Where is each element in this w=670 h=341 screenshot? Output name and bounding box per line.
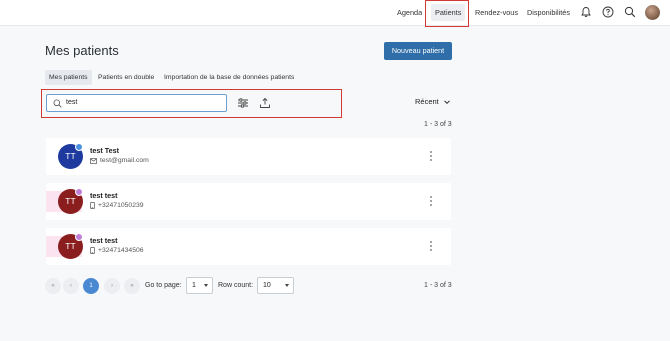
row-count-select[interactable]: 10 xyxy=(257,277,294,294)
search-input[interactable]: test xyxy=(46,94,227,112)
patient-contact: test@gmail.com xyxy=(90,157,149,164)
first-page-button[interactable]: « xyxy=(45,278,61,294)
result-count: 1 - 3 of 3 xyxy=(424,121,452,128)
patient-contact-value: test@gmail.com xyxy=(100,157,149,164)
last-page-button[interactable]: » xyxy=(124,278,140,294)
status-badge xyxy=(75,143,83,151)
help-icon[interactable] xyxy=(602,6,614,18)
patient-contact: +32471434506 xyxy=(90,247,144,254)
status-badge xyxy=(75,233,83,241)
result-count-bottom: 1 - 3 of 3 xyxy=(424,282,452,289)
highlight-box-nav xyxy=(425,0,469,27)
patient-card[interactable]: TT test Test test@gmail.com xyxy=(46,138,451,175)
goto-page-select[interactable]: 1 xyxy=(186,277,213,294)
patient-name[interactable]: test test xyxy=(90,191,118,200)
caret-down-icon xyxy=(204,284,208,287)
patient-card[interactable]: TT test test +32471050239 xyxy=(46,183,451,220)
tab-patients-en-double[interactable]: Patients en double xyxy=(94,70,158,85)
row-count-value: 10 xyxy=(263,282,271,289)
patient-name[interactable]: test test xyxy=(90,236,118,245)
caret-down-icon xyxy=(285,284,289,287)
avatar[interactable] xyxy=(645,5,660,20)
new-patient-button[interactable]: Nouveau patient xyxy=(384,42,452,60)
more-options-icon[interactable] xyxy=(429,149,433,163)
mail-icon xyxy=(90,157,97,164)
phone-icon xyxy=(90,247,95,254)
row-count-label: Row count: xyxy=(218,282,254,289)
top-bar: Agenda Patients Rendez-vous Disponibilit… xyxy=(0,0,670,26)
patient-contact-value: +32471434506 xyxy=(98,247,144,254)
prev-page-button[interactable]: ‹ xyxy=(63,278,79,294)
page-title: Mes patients xyxy=(45,43,119,58)
next-page-button[interactable]: › xyxy=(104,278,120,294)
phone-icon xyxy=(90,202,95,209)
tab-mes-patients[interactable]: Mes patients xyxy=(45,70,92,85)
nav-rendez-vous[interactable]: Rendez-vous xyxy=(471,4,522,21)
page-button-current[interactable]: 1 xyxy=(83,278,99,294)
chevron-down-icon xyxy=(444,100,450,105)
status-badge xyxy=(75,188,83,196)
search-icon[interactable] xyxy=(624,6,636,18)
export-icon[interactable] xyxy=(259,97,271,109)
sort-label: Récent xyxy=(415,97,439,106)
nav-disponibilites[interactable]: Disponibilités xyxy=(523,4,574,21)
filter-sliders-icon[interactable] xyxy=(237,97,249,109)
patient-contact: +32471050239 xyxy=(90,202,144,209)
goto-page-label: Go to page: xyxy=(145,282,182,289)
search-icon xyxy=(53,99,62,108)
more-options-icon[interactable] xyxy=(429,194,433,208)
nav-agenda[interactable]: Agenda xyxy=(393,4,426,21)
goto-page-value: 1 xyxy=(192,282,196,289)
search-input-value: test xyxy=(66,99,78,106)
tab-importation[interactable]: Importation de la base de données patien… xyxy=(160,70,298,85)
bell-icon[interactable] xyxy=(580,6,592,18)
more-options-icon[interactable] xyxy=(429,239,433,253)
patient-contact-value: +32471050239 xyxy=(98,202,144,209)
sort-dropdown[interactable]: Récent xyxy=(415,97,450,106)
patient-name[interactable]: test Test xyxy=(90,146,119,155)
patient-card[interactable]: TT test test +32471434506 xyxy=(46,228,451,265)
